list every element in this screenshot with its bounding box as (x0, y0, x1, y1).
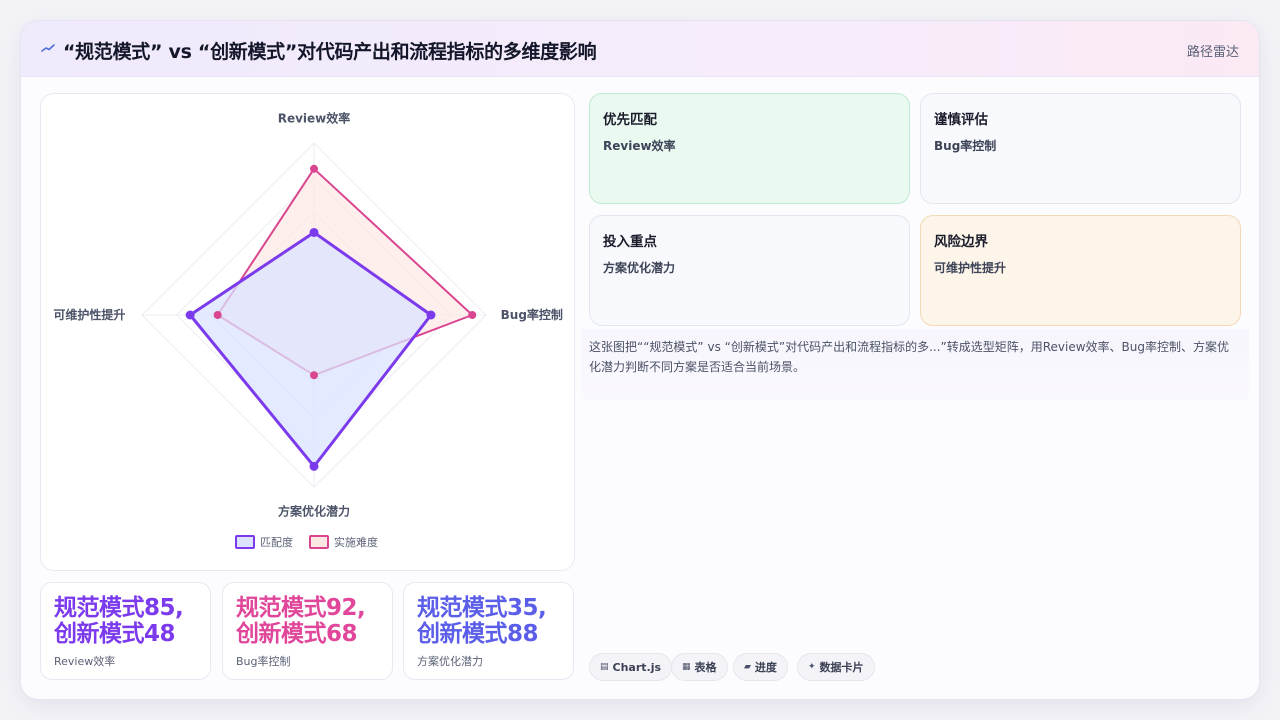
radar-data-point (309, 227, 319, 237)
trend-line-icon (41, 44, 55, 52)
stat-value: 规范模式92,创新模式68 (236, 595, 366, 647)
stat-label: 方案优化潜力 (417, 655, 483, 668)
chip-label: 数据卡片 (819, 661, 864, 674)
progress-icon: ▰ (744, 662, 751, 672)
tile-careful-eval: 谨慎评估 Bug率控制 (920, 93, 1241, 204)
radar-chart: Review效率 Bug率控制方案优化潜力 可维护性提升匹配度 实施难度 (53, 110, 563, 549)
radar-data-point (310, 371, 318, 380)
tile-priority-match: 优先匹配 Review效率 (589, 93, 910, 204)
tile-subtitle: Review效率 (603, 139, 676, 153)
chip-progress[interactable]: ▰ 进度 (733, 653, 788, 681)
tile-title: 优先匹配 (603, 112, 657, 128)
page-title: “规范模式” vs “创新模式”对代码产出和流程指标的多维度影响 (63, 41, 597, 63)
chip-data-cards[interactable]: ✦ 数据卡片 (797, 653, 875, 681)
tile-subtitle: Bug率控制 (934, 139, 997, 153)
radar-axis-label: 方案优化潜力 (278, 504, 350, 519)
legend-label: 实施难度 (334, 535, 378, 549)
chip-label: Chart.js (612, 660, 662, 674)
chip-chartjs[interactable]: ▤ Chart.js (589, 653, 673, 681)
stat-label: Review效率 (54, 655, 116, 668)
radar-data-point (213, 311, 222, 319)
tile-title: 投入重点 (603, 234, 657, 250)
radar-path-link[interactable]: 路径雷达 (1187, 41, 1239, 60)
stat-card-bug: 规范模式92,创新模式68 Bug率控制 (222, 582, 393, 680)
header: “规范模式” vs “创新模式”对代码产出和流程指标的多维度影响 路径雷达 (21, 21, 1259, 77)
radar-axis-label: Bug率控制 (501, 307, 563, 322)
legend-swatch (235, 535, 255, 549)
tile-subtitle: 可维护性提升 (934, 261, 1007, 275)
tile-risk-boundary: 风险边界 可维护性提升 (920, 215, 1241, 326)
stat-card-review: 规范模式85,创新模式48 Review效率 (40, 582, 211, 680)
sparkle-icon: ✦ (808, 662, 816, 672)
stat-card-optimization: 规范模式35,创新模式88 方案优化潜力 (403, 582, 574, 680)
tile-subtitle: 方案优化潜力 (603, 261, 676, 275)
radar-data-point (426, 310, 436, 320)
radar-axis-label: 可维护性提升 (53, 307, 125, 322)
legend-swatch (309, 535, 329, 549)
dashboard-card: “规范模式” vs “创新模式”对代码产出和流程指标的多维度影响 路径雷达 Re… (20, 20, 1260, 700)
chip-label: 进度 (754, 661, 777, 674)
tile-investment-focus: 投入重点 方案优化潜力 (589, 215, 910, 326)
stat-value: 规范模式35,创新模式88 (417, 595, 547, 647)
tile-title: 谨慎评估 (934, 112, 988, 128)
table-icon: ▦ (682, 662, 691, 672)
chip-table[interactable]: ▦ 表格 (671, 653, 728, 681)
radar-data-point (468, 311, 477, 319)
chart-icon: ▤ (600, 662, 609, 672)
stat-value: 规范模式85,创新模式48 (54, 595, 184, 647)
legend-label: 匹配度 (260, 535, 293, 549)
radar-chart-panel: Review效率 Bug率控制方案优化潜力 可维护性提升匹配度 实施难度 (40, 93, 575, 571)
chip-label: 表格 (694, 661, 717, 674)
stat-label: Bug率控制 (236, 655, 291, 668)
radar-data-point (185, 310, 195, 320)
radar-data-point (310, 164, 318, 173)
tile-title: 风险边界 (934, 234, 988, 250)
description-text: 这张图把““规范模式” vs “创新模式”对代码产出和流程指标的多...”转成选… (589, 340, 1229, 374)
radar-data-point (309, 461, 319, 471)
radar-axis-label: Review效率 (278, 110, 351, 125)
